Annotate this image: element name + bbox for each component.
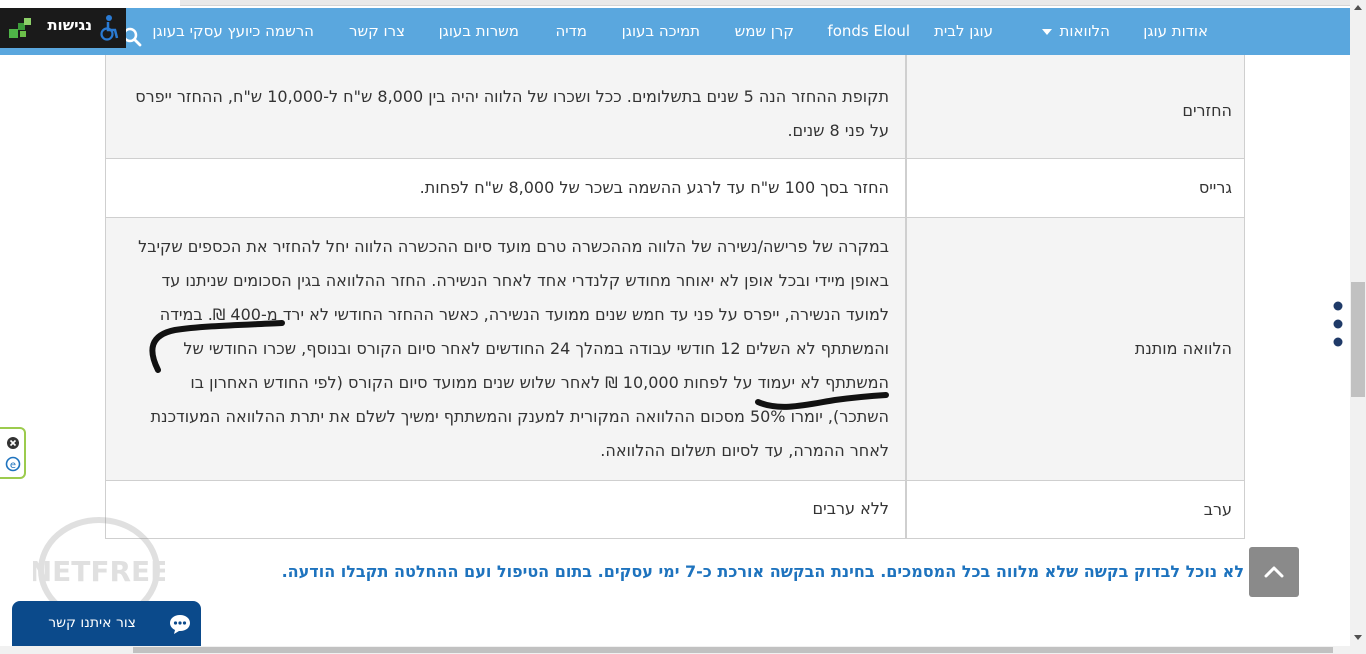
contact-us-widget[interactable]: צור איתנו קשר: [12, 601, 201, 647]
row-value-line: במקרה של פרישה/נשירה של הלווה מההכשרה טר…: [138, 237, 889, 256]
chevron-down-icon: [1041, 28, 1052, 35]
svg-text:e: e: [10, 460, 16, 471]
row-value-line: תקופת ההחזר הנה 5 שנים בתשלומים. ככל ושכ…: [135, 87, 889, 106]
chat-icon: [170, 615, 190, 634]
documents-notice: לא נוכל לבדוק בקשה שלא מלווה בכל המסמכים…: [281, 562, 1244, 581]
nav-media-label: מדיה: [555, 22, 587, 40]
row-value-line: החזר בסך 100 ש"ח עד לרגע ההשמה בשכר של 8…: [419, 178, 889, 197]
row-label-repayments: החזרים: [1182, 101, 1232, 120]
contact-us-label: צור איתנו קשר: [48, 615, 136, 631]
table-cell-label: גרייס: [905, 159, 1245, 217]
nav-contact[interactable]: צרו קשר: [349, 8, 405, 55]
table-row: גרייס החזר בסך 100 ש"ח עד לרגע ההשמה בשכ…: [105, 159, 1245, 218]
nav-jobs[interactable]: משרות בעוגן: [439, 8, 519, 55]
nav-loans[interactable]: הלוואות: [1041, 8, 1110, 55]
nav-loans-label: הלוואות: [1059, 22, 1110, 40]
row-value-line: ללא ערבים: [812, 499, 889, 518]
top-strip-inner: [180, 0, 1350, 6]
svg-text:NETFREE: NETFREE: [33, 555, 165, 588]
table-cell-label: החזרים: [905, 67, 1245, 158]
row-value-line: לאחר ההמרה, עד לסיום תשלום ההלוואה.: [600, 441, 889, 460]
horizontal-scrollbar-thumb[interactable]: [133, 647, 1333, 653]
vertical-scrollbar-thumb[interactable]: [1351, 282, 1365, 397]
side-widget-icons: e: [5, 437, 21, 472]
nav-contact-label: צרו קשר: [349, 22, 405, 40]
main-nav: אודות עוגן הלוואות עוגן לבית fonds Eloul…: [0, 8, 1350, 55]
row-value-line: באופן מיידי ובכל אופן לא יאוחר מחודש קלנ…: [161, 271, 889, 290]
nav-keren-shemesh[interactable]: קרן שמש: [735, 8, 794, 55]
table-cell-value: ללא ערבים: [105, 481, 903, 538]
nav-advisor-signup[interactable]: הרשמה כיועץ עסקי בעוגן: [152, 8, 314, 55]
nav-ogen-home-label: עוגן לבית: [934, 22, 993, 40]
row-value-line: למועד הנשירה, ייפרס על פני עד חמש שנים מ…: [159, 305, 889, 324]
nav-advisor-signup-label: הרשמה כיועץ עסקי בעוגן: [152, 22, 314, 40]
table-cell-value: במקרה של פרישה/נשירה של הלווה מההכשרה טר…: [105, 218, 903, 480]
nav-about-label: אודות עוגן: [1143, 22, 1208, 40]
horizontal-scrollbar[interactable]: [0, 646, 1350, 654]
nav-ogen-home[interactable]: עוגן לבית: [934, 8, 993, 55]
table-row: ערב ללא ערבים: [105, 481, 1245, 539]
row-value-line: על פני 8 שנים.: [787, 121, 889, 140]
nav-media[interactable]: מדיה: [555, 8, 587, 55]
table-row: הלוואה מותנת במקרה של פרישה/נשירה של הלו…: [105, 218, 1245, 481]
more-vertical-icon[interactable]: [1330, 298, 1346, 350]
table-cell-label: [905, 55, 1245, 67]
top-strip: [0, 0, 1350, 8]
table-cell-value: תקופת ההחזר הנה 5 שנים בתשלומים. ככל ושכ…: [105, 67, 903, 158]
row-label-grace: גרייס: [1198, 178, 1232, 197]
nav-about[interactable]: אודות עוגן: [1143, 8, 1208, 55]
row-label-conditional-loan: הלוואה מותנת: [1134, 339, 1232, 358]
table-cell-label: הלוואה מותנת: [905, 218, 1245, 480]
nav-fonds-eloul-label: fonds Eloul: [827, 22, 910, 40]
loan-terms-table: החזרים תקופת ההחזר הנה 5 שנים בתשלומים. …: [105, 55, 1245, 539]
table-cell-value: החזר בסך 100 ש"ח עד לרגע ההשמה בשכר של 8…: [105, 159, 903, 217]
blocks-icon: [9, 18, 31, 38]
table-cell-label: ערב: [905, 481, 1245, 538]
nav-fonds-eloul[interactable]: fonds Eloul: [827, 8, 910, 55]
row-label-guarantor: ערב: [1203, 500, 1232, 519]
scroll-down-arrow-icon[interactable]: [1354, 635, 1362, 640]
nav-jobs-label: משרות בעוגן: [438, 22, 519, 40]
row-value-line: והמשתתף לא השלים 12 חודשי עבודה במהלך 24…: [183, 339, 889, 358]
row-value-line: השתכר), יומרו 50% מסכום ההלוואה המקורית …: [150, 407, 889, 426]
nav-support-label: תמיכה בעוגן: [621, 22, 700, 40]
table-cell-value: [105, 55, 903, 67]
scroll-to-top-button[interactable]: [1249, 547, 1299, 597]
side-widget[interactable]: e: [0, 427, 26, 479]
row-value-line: המשתתף לא יעמוד על לפחות 10,000 ₪ לאחר ש…: [190, 373, 889, 392]
nav-keren-shemesh-label: קרן שמש: [734, 22, 794, 40]
wheelchair-icon: [100, 15, 119, 41]
nav-support[interactable]: תמיכה בעוגן: [622, 8, 700, 55]
table-row: החזרים תקופת ההחזר הנה 5 שנים בתשלומים. …: [105, 67, 1245, 159]
chevron-up-icon: [1264, 566, 1284, 578]
scroll-up-arrow-icon[interactable]: [1354, 5, 1362, 10]
accessibility-label: נגישות: [47, 16, 92, 34]
accessibility-button[interactable]: נגישות: [0, 8, 126, 48]
vertical-scrollbar[interactable]: [1350, 0, 1366, 654]
